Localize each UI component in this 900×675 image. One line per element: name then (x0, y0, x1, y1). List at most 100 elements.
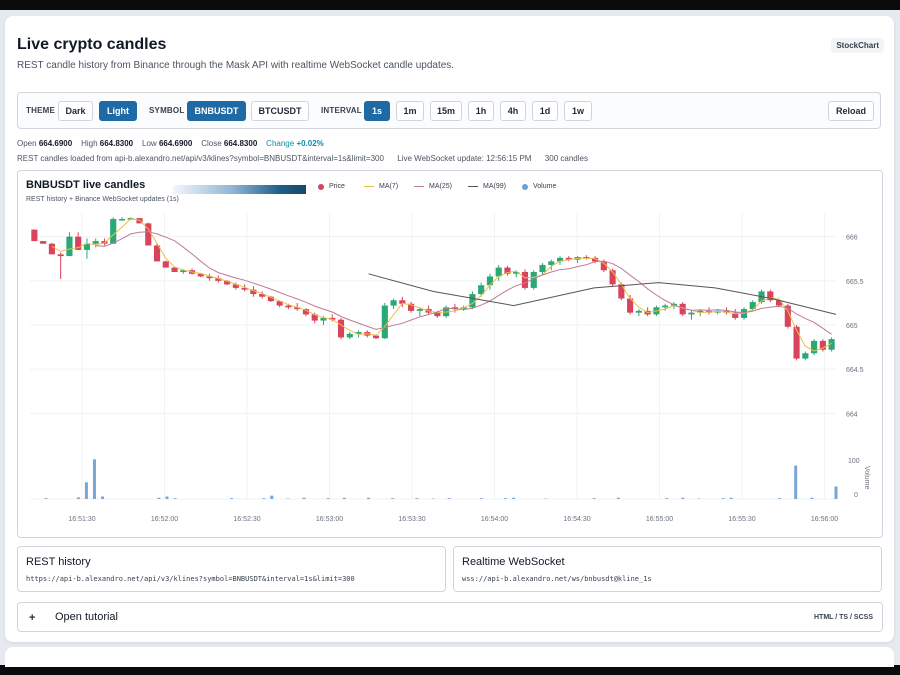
candle-body (539, 264, 546, 272)
interval-1h-button[interactable]: 1h (468, 101, 494, 121)
interval-1d-button[interactable]: 1d (532, 101, 558, 121)
candle-body (48, 243, 55, 255)
x-tick-label: 16:53:30 (398, 516, 425, 523)
stockchart-badge: StockChart (831, 38, 884, 53)
candle-body (110, 219, 117, 244)
candle-body (118, 219, 126, 221)
volume-bar (504, 498, 508, 499)
volume-bar (76, 497, 80, 499)
volume-bar (479, 498, 483, 499)
legend-volume[interactable]: Volume (522, 183, 556, 190)
toolbar: THEME Dark Light SYMBOL BNBUSDT BTCUSDT … (17, 92, 881, 129)
ma99-line (368, 273, 837, 315)
candle-count: 300 candles (544, 154, 588, 163)
candle-body (618, 284, 625, 299)
volume-bar (729, 497, 733, 499)
interval-4h-button[interactable]: 4h (500, 101, 526, 121)
volume-bar (665, 498, 669, 499)
next-card-edge (5, 647, 894, 667)
volume-bar (447, 498, 451, 499)
tutorial-toggle[interactable]: + Open tutorial HTML / TS / SCSS (17, 602, 883, 632)
legend-ma7-label: MA(7) (379, 183, 399, 190)
volume-bar (810, 497, 814, 499)
y-tick-label: 666 (846, 235, 858, 242)
theme-light-button[interactable]: Light (99, 101, 137, 121)
legend-ma7[interactable]: MA(7) (364, 183, 398, 190)
reload-button[interactable]: Reload (828, 101, 874, 121)
ws-status: Live WebSocket update: 12:56:15 PM (397, 154, 532, 163)
low-label: Low (142, 139, 157, 148)
ohlc-stats: Open 664.6900 High 664.8300 Low 664.6900… (17, 139, 324, 148)
interval-label: INTERVAL (321, 106, 362, 115)
tutorial-title: Open tutorial (55, 611, 118, 623)
interval-1w-button[interactable]: 1w (564, 101, 592, 121)
chart-container[interactable]: 666 665.5 665 664.5 664 16:51:30 16:52:00 16:52… (17, 170, 883, 538)
page-subtitle: REST candle history from Binance through… (17, 60, 455, 71)
volume-bar (415, 498, 419, 499)
candle-body (688, 312, 695, 315)
legend-ma25[interactable]: MA(25) (414, 183, 452, 190)
x-tick-label: 16:52:00 (151, 516, 178, 523)
ma25-legend-line (414, 186, 424, 187)
high-label: High (81, 139, 98, 148)
main-card: Live crypto candles REST candle history … (5, 16, 894, 642)
volume-legend-dot (522, 183, 528, 190)
candle-body (337, 319, 345, 338)
ma25-line (95, 231, 832, 335)
volume-bar (302, 497, 306, 499)
candle-body (162, 261, 169, 268)
volume-bar (262, 498, 266, 499)
volume-bar (616, 497, 620, 499)
volume-bar (165, 496, 169, 499)
change-label: Change (266, 139, 295, 148)
volume-gradient-bar (173, 185, 306, 194)
candle-body (416, 309, 423, 311)
chart-title: BNBUSDT live candles (26, 179, 146, 191)
theme-dark-button[interactable]: Dark (58, 101, 93, 121)
volume-tick-label: 100 (848, 458, 860, 465)
candle-body (390, 300, 397, 306)
page-title: Live crypto candles (17, 36, 167, 53)
y-tick-label: 664.5 (846, 367, 864, 374)
symbol-bnbusdt-button[interactable]: BNBUSDT (187, 101, 246, 121)
close-label: Close (201, 139, 222, 148)
volume-bar (794, 465, 798, 499)
volume-axis-label: Volume (863, 466, 870, 489)
change-value: +0.02% (296, 139, 324, 148)
candle-body (40, 241, 47, 244)
volume-bar (592, 498, 596, 499)
symbol-btcusdt-button[interactable]: BTCUSDT (251, 101, 309, 121)
volume-bar (778, 498, 782, 499)
candlestick-chart[interactable]: 666 665.5 665 664.5 664 16:51:30 16:52:00 16:52… (18, 171, 884, 539)
legend-price[interactable]: Price (318, 183, 345, 190)
volume-bar (92, 459, 96, 499)
volume-bar (512, 497, 516, 499)
candle-body (635, 310, 642, 313)
volume-bar (101, 496, 105, 499)
realtime-websocket-title: Realtime WebSocket (462, 556, 565, 568)
volume-bar (721, 498, 725, 499)
x-tick-label: 16:55:30 (728, 516, 755, 523)
candle-body (31, 229, 38, 242)
candle-body (57, 254, 64, 257)
candle-body (372, 335, 380, 339)
candle-body (802, 353, 809, 359)
candle-body (486, 276, 494, 286)
x-tick-label: 16:55:00 (646, 516, 673, 523)
volume-bar (44, 498, 48, 499)
volume-bar (84, 482, 88, 499)
legend-ma99-label: MA(99) (483, 183, 506, 190)
symbol-label: SYMBOL (149, 106, 185, 115)
rest-history-title: REST history (26, 556, 91, 568)
interval-1m-button[interactable]: 1m (396, 101, 424, 121)
theme-label: THEME (26, 106, 55, 115)
y-tick-label: 664 (846, 411, 858, 418)
volume-tick-label: 0 (854, 492, 858, 499)
volume-bar (681, 497, 685, 499)
x-tick-label: 16:54:00 (481, 516, 508, 523)
interval-15m-button[interactable]: 15m (430, 101, 462, 121)
interval-1s-button[interactable]: 1s (364, 101, 390, 121)
volume-bar (367, 497, 371, 499)
legend-ma99[interactable]: MA(99) (468, 183, 506, 190)
candle-body (469, 294, 476, 308)
